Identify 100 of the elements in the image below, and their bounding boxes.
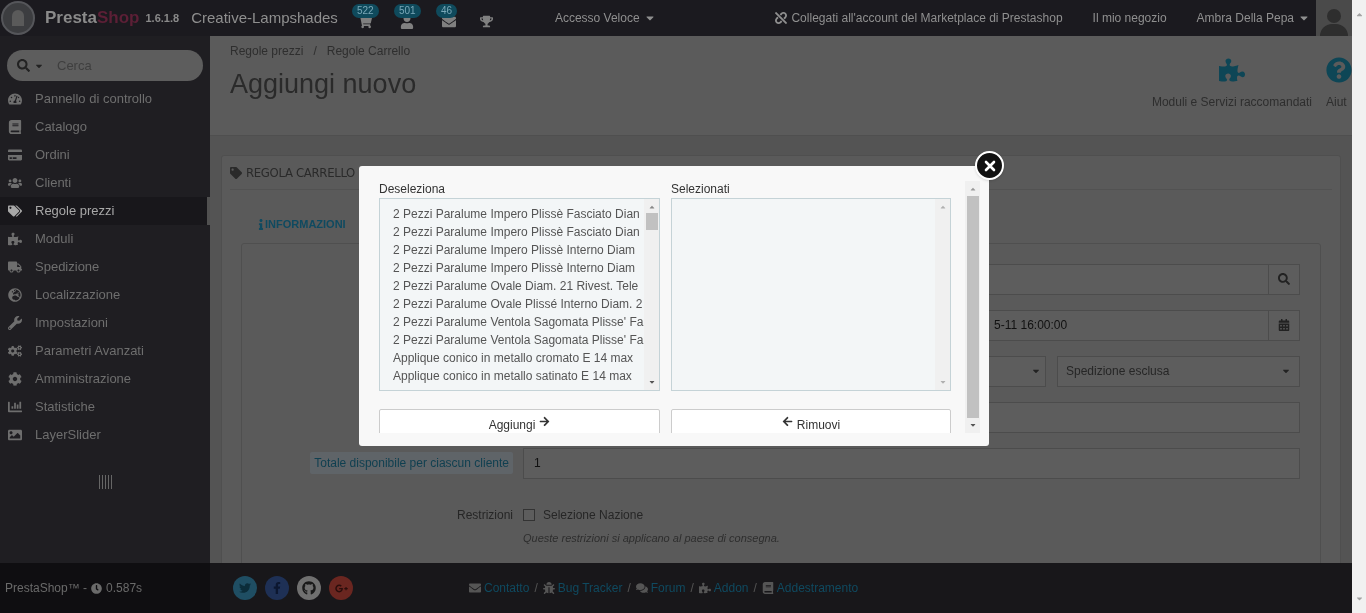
breadcrumb-separator: / [313,43,317,60]
list-option[interactable]: 2 Pezzi Paralume Impero Plissè Interno Diam [393,259,644,277]
credit-card-icon [8,148,22,162]
book-icon [8,120,22,134]
arrow-right-icon [539,416,551,427]
footer-version: PrestaShop™ - [5,580,88,597]
scroll-up-icon[interactable] [938,203,947,211]
checkbox[interactable] [523,508,535,521]
bar-chart-icon [8,400,22,414]
footer-link[interactable]: Addon [698,579,749,597]
list-option[interactable]: 2 Pezzi Paralume Impero Plissè Fasciato Dian [393,205,644,223]
footer-link[interactable]: Addestramento [761,579,859,597]
avatar-icon[interactable] [1316,0,1352,36]
list-option[interactable]: 2 Pezzi Paralume Ovale Plissé Interno Diam. 2 [393,295,644,313]
scroll-down-icon[interactable] [647,378,656,386]
envelope-icon[interactable] [441,15,456,29]
list-option[interactable]: Applique conico in metallo satinato E 14 max [393,367,644,385]
info-icon [257,218,265,230]
scroll-up-icon[interactable] [1354,10,1364,19]
quick-access-menu[interactable]: Accesso Veloce [554,9,656,27]
scroll-up-icon[interactable] [968,185,977,193]
sidebar-item[interactable]: Ordini [0,141,210,169]
scrollbar-thumb[interactable] [966,196,979,418]
envelope-icon [469,582,481,594]
puzzle-icon [8,232,22,246]
close-icon [983,159,996,172]
link-separator: / [753,580,757,597]
sidebar-item[interactable]: Statistiche [0,393,210,421]
gauge-icon [8,92,22,106]
scroll-up-icon[interactable] [647,203,656,211]
sidebar-item[interactable]: Clienti [0,169,210,197]
remove-button[interactable]: Rimuovi [671,409,951,433]
calendar-icon [1278,319,1290,331]
book-icon [761,582,774,594]
sidebar-item[interactable]: Parametri Avanzati [0,337,210,365]
search-icon[interactable] [17,59,30,72]
page-scrollbar[interactable] [1352,0,1366,613]
comments-icon [635,582,648,594]
list-option[interactable]: 2 Pezzi Paralume Ventola Sagomata Plisse' Fa [393,331,644,349]
load-time: 0.587s [106,580,143,597]
gear-icon [8,372,22,386]
count-badge: 501 [393,4,421,18]
sidebar-item[interactable]: Catalogo [0,113,210,141]
link-separator: / [627,580,631,597]
truck-icon [8,260,22,274]
twitter-icon[interactable] [233,576,257,600]
users-icon [8,176,22,190]
list-option[interactable]: 2 Pezzi Paralume Ventola Sagomata Plisse' Fa [393,313,644,331]
sidebar-item[interactable]: LayerSlider [0,421,210,449]
add-button[interactable]: Aggiungi [379,409,660,433]
list-label: Deseleziona [379,181,447,198]
unlink-icon [775,12,788,24]
globe-icon [8,288,22,302]
sidebar-item[interactable]: Localizzazione [0,281,210,309]
scroll-down-icon[interactable] [968,421,977,429]
version-text: 1.6.1.8 [145,10,180,26]
collapse-icon[interactable] [98,475,112,489]
puzzle-icon [698,582,711,594]
wrench-icon [8,316,22,330]
sidebar-item[interactable]: Moduli [0,225,210,253]
quantity-field[interactable]: 1 [523,447,1300,479]
link-separator: / [534,580,538,597]
sidebar-item[interactable]: Regole prezzi [0,197,210,225]
list-option[interactable]: Applique conico in metallo cromato E 14 max [393,349,644,367]
list-option[interactable]: 2 Pezzi Paralume Ovale Diam. 21 Rivest. Tele [393,277,644,295]
facebook-icon[interactable] [265,576,289,600]
google-plus-icon[interactable] [329,576,353,600]
shop-name[interactable]: Creative-Lampshades [191,6,338,30]
search-icon [1278,273,1290,285]
my-shop-link[interactable]: Il mio negozio [1092,9,1167,27]
help-icon [1326,57,1352,83]
tags-icon [8,204,22,218]
clock-icon [91,582,103,594]
link-separator: / [690,580,694,597]
marketplace-link[interactable]: Collegati all'account del Marketplace di Prestashop [775,9,1063,27]
employee-menu[interactable]: Ambra Della Pepa [1196,9,1310,27]
list-option[interactable]: 2 Pezzi Paralume Impero Plissè Fasciato Dian [393,223,644,241]
trophy-icon[interactable] [479,14,493,28]
brand-name: PrestaShop [45,7,140,30]
sidebar-item[interactable]: Spedizione [0,253,210,281]
gears-icon [8,344,22,358]
count-badge: 46 [435,4,457,18]
sidebar-item[interactable]: Amministrazione [0,365,210,393]
tag-icon [230,166,242,179]
count-badge: 522 [351,4,379,18]
scrollbar-thumb[interactable] [645,213,658,230]
arrow-left-icon [781,416,793,427]
available-list[interactable] [379,198,660,391]
list-label: Selezionati [671,181,731,198]
github-icon[interactable] [297,576,321,600]
modal-scrollbar[interactable] [965,181,980,433]
sidebar-item[interactable]: Impostazioni [0,309,210,337]
list-option[interactable]: 2 Pezzi Paralume Impero Plissè Interno Diam [393,241,644,259]
footer-link[interactable]: Bug Tracker [542,579,623,597]
puzzle-icon [1218,57,1245,83]
footer-link[interactable]: Contatto [469,579,530,597]
bug-icon [542,582,555,594]
sidebar-item[interactable]: Pannello di controllo [0,85,210,113]
field-label: Totale disponibile per ciascun cliente [310,452,513,474]
footer-link[interactable]: Forum [635,579,686,597]
